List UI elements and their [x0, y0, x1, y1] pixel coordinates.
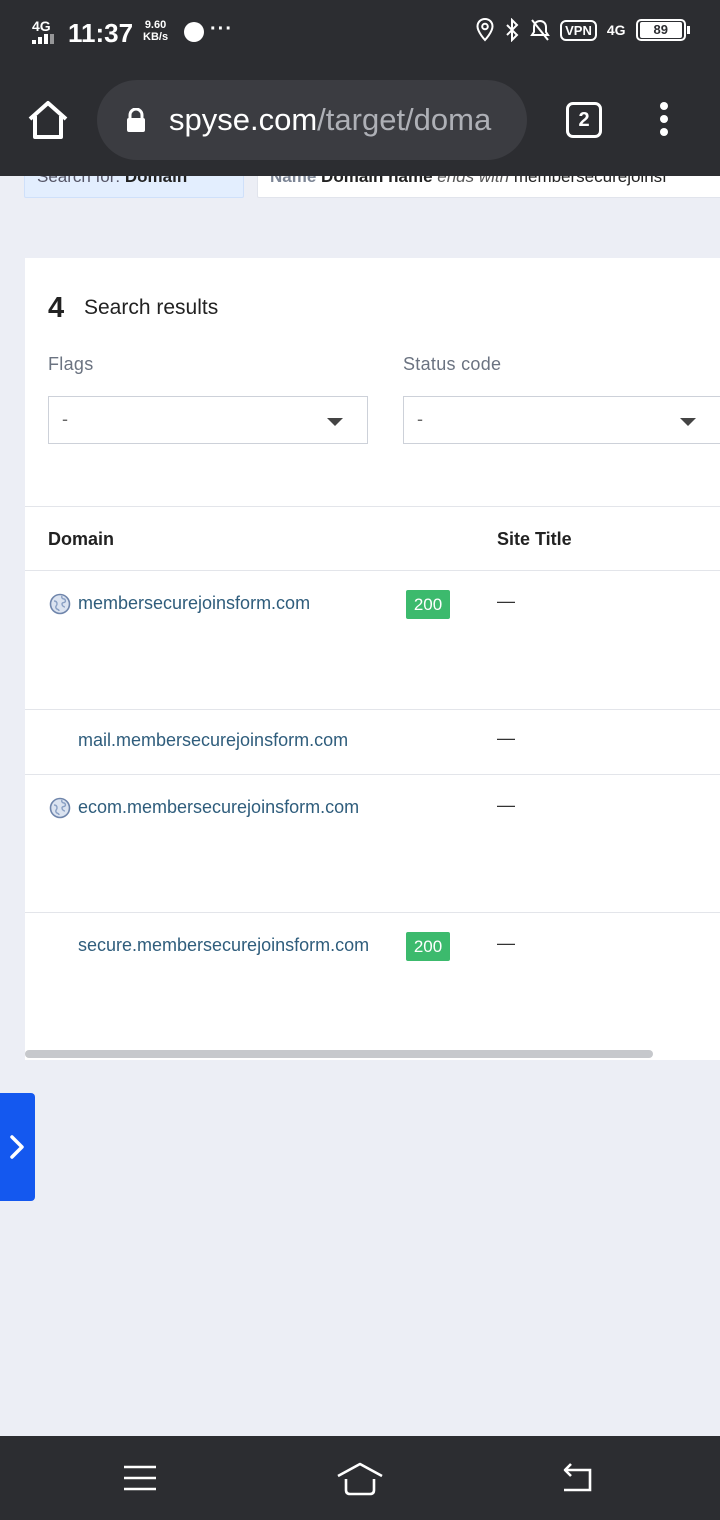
site-title-value: — [497, 933, 515, 953]
battery-icon: 89 [635, 19, 690, 41]
browser-toolbar: spyse.com/target/doma 2 [0, 64, 720, 176]
home-nav-icon[interactable] [336, 1458, 384, 1498]
site-title-value: — [497, 795, 515, 815]
chevron-down-icon [327, 418, 343, 426]
network-type: 4G [32, 18, 51, 34]
column-header-site-title[interactable]: Site Title [497, 529, 572, 550]
domain-link[interactable]: ecom.membersecurejoinsform.com [78, 797, 359, 818]
status-bar: 4G 11:37 9.60 KB/s ··· VPN 4G 89 [0, 0, 720, 64]
table-row: membersecurejoinsform.com 200 — [25, 571, 720, 710]
messenger-icon [184, 22, 204, 42]
globe-icon [49, 797, 71, 819]
battery-level: 89 [639, 22, 682, 38]
status-code-value: - [417, 409, 423, 429]
bluetooth-icon [506, 18, 519, 42]
more-notifications: ··· [210, 18, 233, 40]
table-row: ecom.membersecurejoinsform.com — [25, 775, 720, 913]
flags-label: Flags [48, 354, 94, 374]
search-for-chip[interactable]: Search for: Domain [24, 176, 244, 198]
site-title-value: — [497, 728, 515, 748]
chevron-right-icon [10, 1135, 24, 1159]
results-card: 4 Search results Flags - Status code - D… [25, 258, 720, 1060]
tabs-icon[interactable]: 2 [566, 102, 602, 138]
open-sidebar-button[interactable] [0, 1093, 35, 1201]
lock-icon [127, 108, 145, 132]
horizontal-scrollbar[interactable] [25, 1050, 653, 1058]
flags-value: - [62, 409, 68, 429]
domain-link[interactable]: membersecurejoinsform.com [78, 593, 310, 614]
mobile-data-icon: 4G [606, 22, 626, 38]
criteria-key: Name [270, 176, 317, 186]
criteria-value: membersecurejoinsf [513, 176, 667, 186]
domain-link[interactable]: mail.membersecurejoinsform.com [78, 730, 348, 751]
table-header: Domain Site Title [25, 506, 720, 571]
address-bar[interactable]: spyse.com/target/doma [97, 80, 527, 160]
status-code-label: Status code [403, 354, 502, 374]
column-header-domain[interactable]: Domain [48, 529, 114, 550]
speed-value: 9.60 [144, 19, 167, 31]
results-label: Search results [84, 296, 219, 319]
url-host: spyse.com [169, 102, 318, 137]
table-row: mail.membersecurejoinsform.com — [25, 710, 720, 775]
search-for-value: Domain [124, 176, 188, 186]
more-vert-icon[interactable] [654, 102, 674, 142]
domain-link[interactable]: secure.membersecurejoinsform.com [78, 935, 369, 956]
location-icon [476, 18, 494, 42]
criteria-field: Domain name [321, 176, 433, 186]
table-row: secure.membersecurejoinsform.com 200 — [25, 913, 720, 1050]
url-path: /target/doma [317, 102, 492, 137]
flags-select[interactable]: - [48, 396, 368, 444]
filter-strip: Search for: Domain Name Domain name ends… [0, 176, 720, 200]
chevron-down-icon [680, 418, 696, 426]
criteria-operator: ends with [437, 176, 510, 186]
status-badge: 200 [406, 590, 450, 619]
status-code-select[interactable]: - [403, 396, 720, 444]
site-title-value: — [497, 591, 515, 611]
signal-icon [32, 34, 54, 44]
clock: 11:37 [68, 18, 134, 48]
results-count: 4 [48, 292, 65, 324]
back-icon[interactable] [558, 1458, 598, 1498]
globe-icon [49, 593, 71, 615]
home-icon[interactable] [26, 98, 70, 142]
speed-unit: KB/s [143, 31, 169, 43]
url-text: spyse.com/target/doma [169, 102, 491, 138]
status-badge: 200 [406, 932, 450, 961]
menu-icon[interactable] [120, 1458, 160, 1498]
vpn-icon: VPN [560, 19, 597, 41]
search-for-label: Search for: [37, 176, 121, 186]
criteria-chip[interactable]: Name Domain name ends with membersecurej… [257, 176, 720, 198]
mute-icon [530, 19, 550, 41]
system-nav-bar [0, 1436, 720, 1520]
network-speed: 9.60 KB/s [143, 19, 168, 43]
